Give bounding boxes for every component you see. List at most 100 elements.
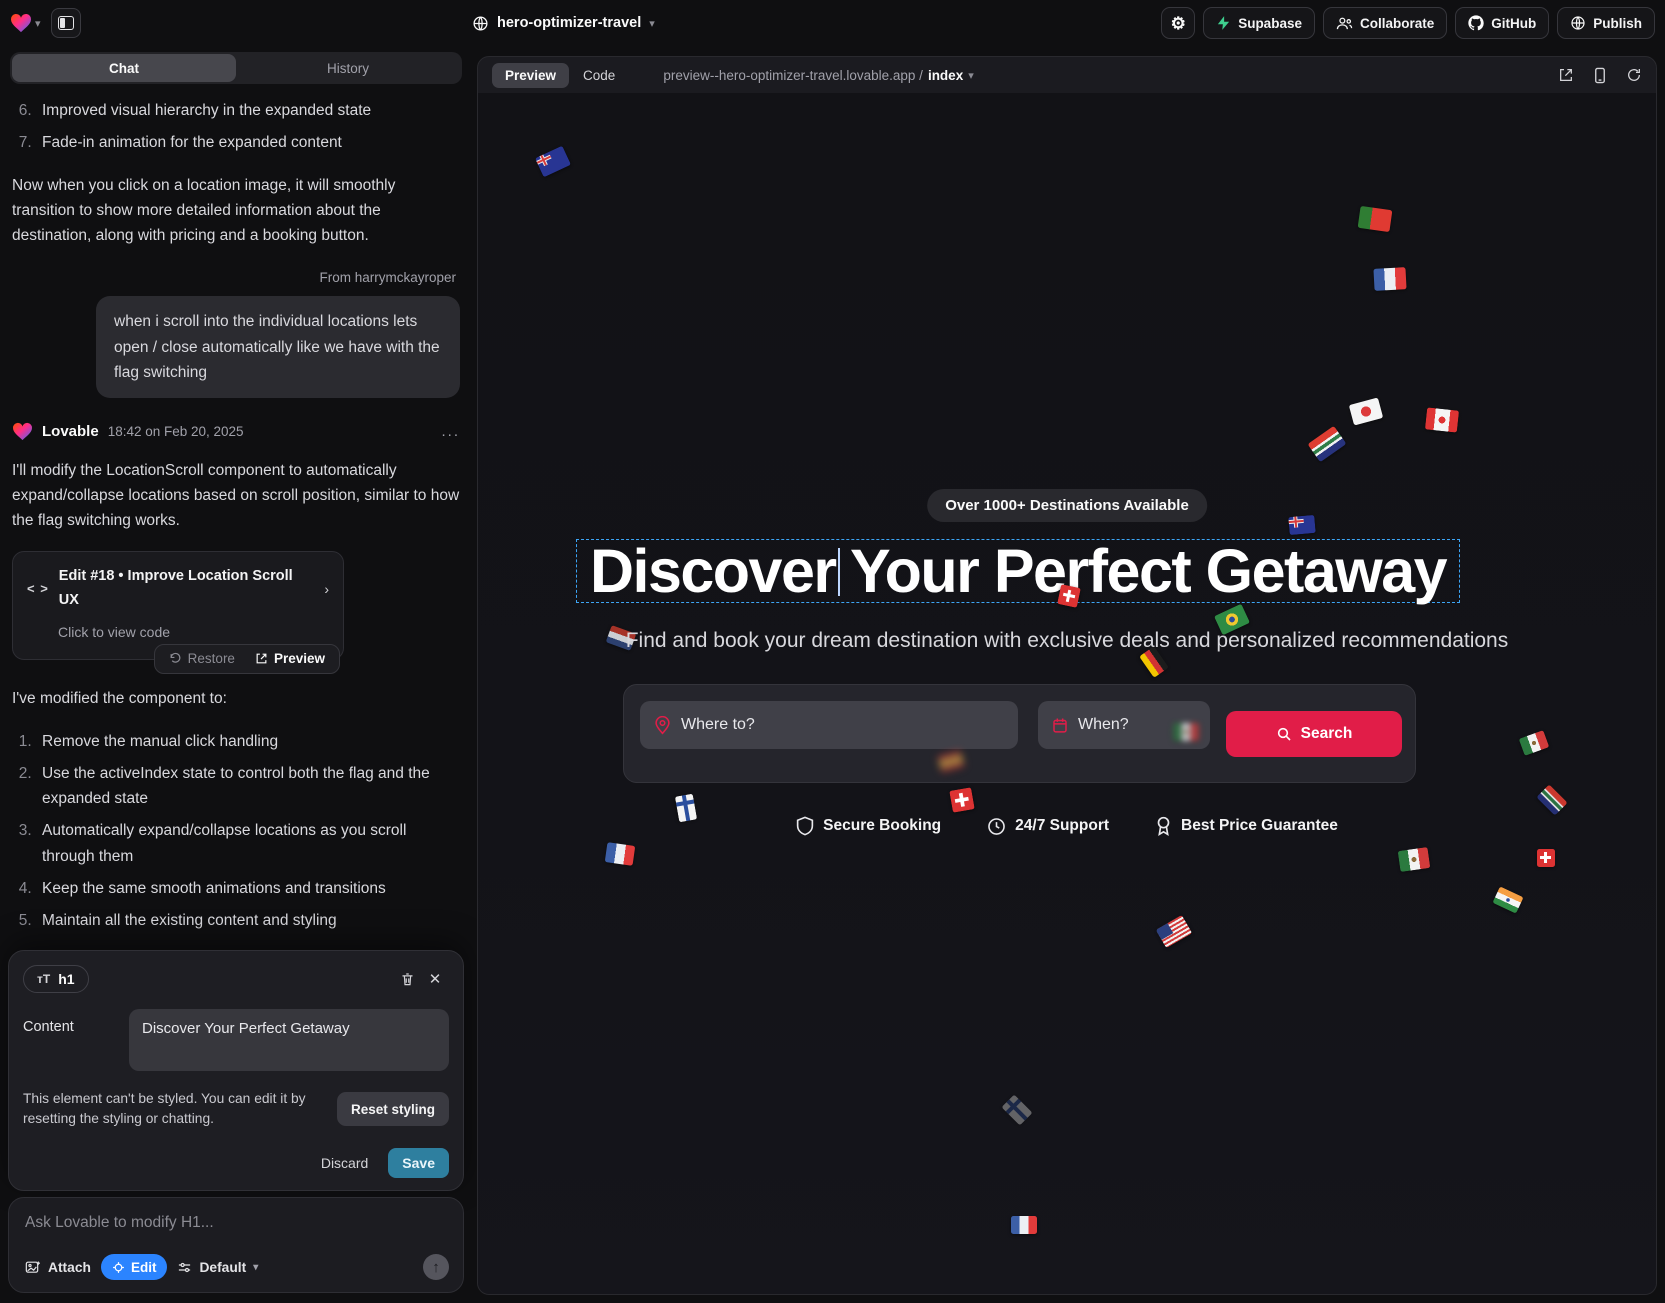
publish-button[interactable]: Publish [1557,7,1655,39]
github-button[interactable]: GitHub [1455,7,1549,39]
selected-element-outline[interactable]: Discover Your Perfect Getaway [576,539,1460,603]
project-switcher[interactable]: hero-optimizer-travel ▾ [472,15,655,32]
tab-preview[interactable]: Preview [492,63,569,88]
flag-ch-icon [1537,849,1555,867]
collaborate-icon [1336,16,1353,31]
url-text: preview--hero-optimizer-travel.lovable.a… [663,68,923,83]
shield-icon [796,816,814,836]
where-to-input[interactable]: Where to? [640,701,1018,749]
toggle-sidebar-button[interactable] [51,8,81,38]
search-button[interactable]: Search [1226,711,1402,757]
feature-label: Secure Booking [823,817,941,835]
attach-button[interactable]: Attach [25,1260,91,1275]
list-item: Keep the same smooth animations and tran… [36,876,460,901]
tab-code[interactable]: Code [583,68,615,83]
styling-note: This element can't be styled. You can ed… [23,1089,325,1130]
assistant-name: Lovable [42,420,99,444]
user-message-bubble: when i scroll into the individual locati… [96,296,460,397]
hero-subtitle: Find and book your dream destination wit… [478,629,1656,653]
external-link-icon [255,652,268,665]
chevron-right-icon: › [324,578,329,601]
composer-input[interactable]: Ask Lovable to modify H1... [25,1214,449,1232]
supabase-button[interactable]: Supabase [1203,7,1315,39]
location-pin-icon [654,716,671,735]
destinations-badge: Over 1000+ Destinations Available [927,489,1207,522]
supabase-label: Supabase [1238,16,1302,31]
message-menu-button[interactable]: ... [441,420,460,444]
topbar: ▾ hero-optimizer-travel ▾ ⚙ Supabase Col… [0,0,1665,46]
sliders-icon [177,1261,192,1274]
settings-button[interactable]: ⚙ [1161,7,1195,39]
chevron-down-icon: ▾ [649,17,655,30]
assistant-message-header: Lovable 18:42 on Feb 20, 2025 ... [12,420,460,444]
send-button[interactable]: ↑ [423,1254,449,1280]
chevron-down-icon: ▾ [35,17,41,30]
flag-pt-icon [1358,206,1393,232]
url-page: index [928,68,963,83]
collaborate-label: Collaborate [1360,16,1434,31]
content-field[interactable]: Discover Your Perfect Getaway [129,1009,449,1071]
modification-steps-list: Remove the manual click handling Use the… [36,729,460,933]
edit-card-subtitle: Click to view code [58,621,329,644]
chat-composer: Ask Lovable to modify H1... Attach Edit … [8,1197,464,1293]
project-name: hero-optimizer-travel [497,15,641,31]
model-selector[interactable]: Default ▾ [177,1260,258,1275]
flag-ch-icon [949,787,974,812]
content-field-label: Content [23,1009,115,1071]
lovable-logo-menu[interactable]: ▾ [10,13,41,33]
award-icon [1155,816,1172,836]
preview-button[interactable]: Preview [245,648,335,670]
message-author-label: From harrymckayroper [12,267,456,289]
calendar-icon [1052,717,1068,734]
element-tag-badge[interactable]: тT h1 [23,965,89,993]
tab-chat[interactable]: Chat [12,54,236,82]
text-style-icon: тT [37,972,50,986]
message-timestamp: 18:42 on Feb 20, 2025 [108,421,244,443]
search-label: Search [1301,725,1353,743]
flag-mx-icon [1173,723,1199,741]
arrow-up-icon: ↑ [432,1259,440,1276]
feature-label: 24/7 Support [1015,817,1109,835]
search-icon [1276,726,1292,742]
flag-jp-icon [1349,397,1383,425]
flag-ch-icon [1057,584,1081,608]
collaborate-button[interactable]: Collaborate [1323,7,1447,39]
close-panel-button[interactable]: ✕ [421,965,449,993]
save-button[interactable]: Save [388,1148,449,1178]
element-editor-panel: тT h1 ✕ Content Discover Your Perfect Ge… [8,950,464,1191]
flag-nz-icon [1288,515,1315,535]
refresh-icon[interactable] [1626,67,1642,83]
flag-au-icon [535,146,571,178]
clock-icon [987,817,1006,836]
mobile-view-icon[interactable] [1594,67,1606,84]
previous-steps-list: Improved visual hierarchy in the expande… [36,98,460,155]
code-icon: < > [27,578,49,599]
tab-history[interactable]: History [236,54,460,82]
url-bar[interactable]: preview--hero-optimizer-travel.lovable.a… [663,68,973,83]
list-item: Remove the manual click handling [36,729,460,754]
list-item: Improved visual hierarchy in the expande… [36,98,460,123]
feature-label: Best Price Guarantee [1181,817,1338,835]
preview-content[interactable]: Over 1000+ Destinations Available Discov… [478,93,1656,1294]
panel-icon [58,16,74,30]
open-in-new-tab-icon[interactable] [1558,67,1574,83]
list-item: Automatically expand/collapse locations … [36,818,460,868]
edit-mode-button[interactable]: Edit [101,1254,168,1280]
flag-za-icon [1536,784,1567,815]
chat-messages[interactable]: Improved visual hierarchy in the expande… [0,84,472,946]
discard-button[interactable]: Discard [311,1149,378,1177]
restore-label: Restore [188,648,235,670]
flag-mx-icon [1519,730,1550,756]
text-caret [838,548,840,596]
flag-ca-icon [1425,407,1459,432]
reset-styling-button[interactable]: Reset styling [337,1092,449,1126]
close-icon: ✕ [429,970,442,988]
hero-title[interactable]: Discover Your Perfect Getaway [590,541,1446,602]
chat-panel: Chat History Improved visual hierarchy i… [0,46,472,1303]
target-icon [112,1261,125,1274]
delete-element-button[interactable] [393,965,421,993]
restore-preview-pill: Restore Preview [154,644,340,674]
restore-button[interactable]: Restore [159,648,245,670]
element-tag-label: h1 [58,971,74,987]
model-selector-label: Default [199,1260,246,1275]
